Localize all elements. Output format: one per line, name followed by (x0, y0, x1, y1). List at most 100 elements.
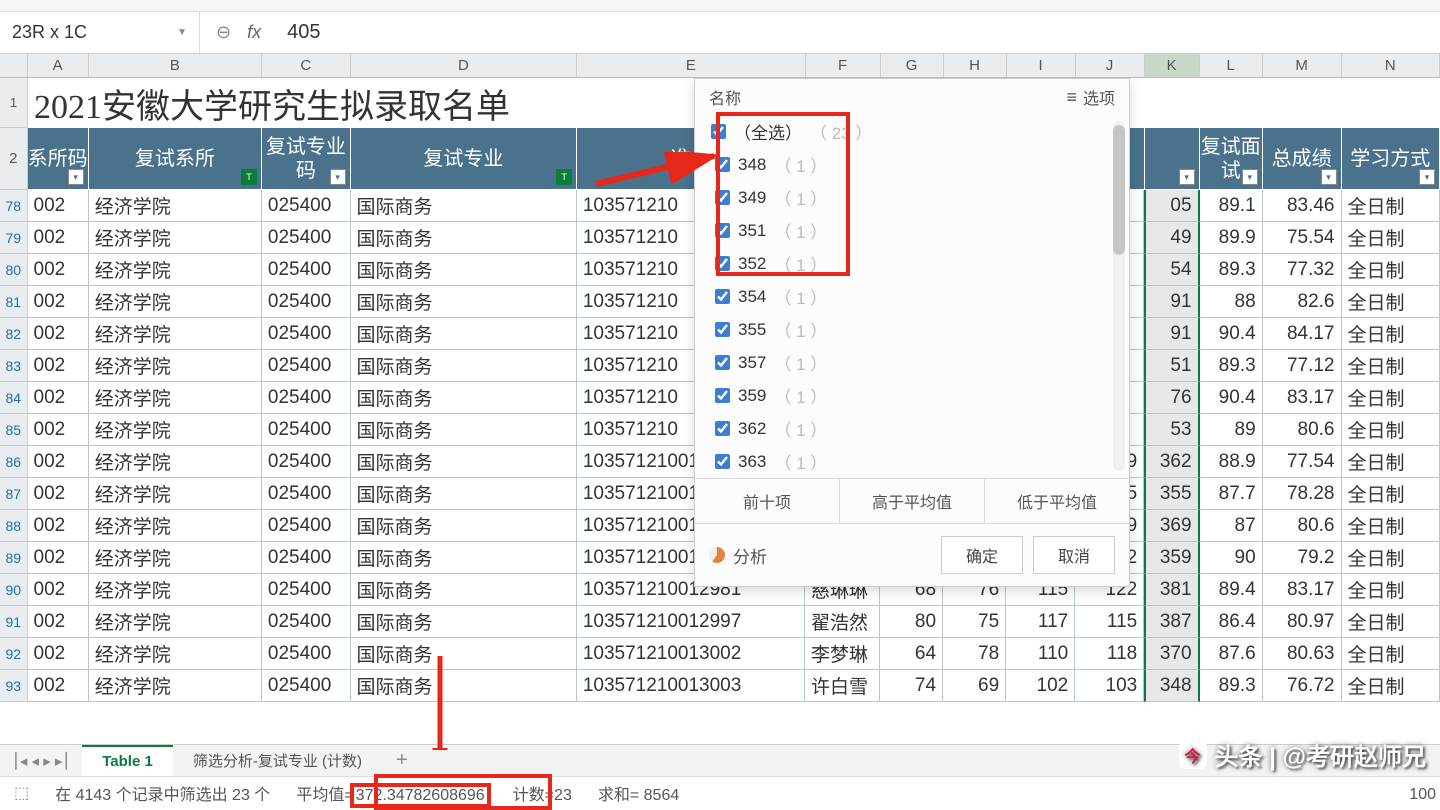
cell[interactable]: 83.17 (1263, 574, 1342, 606)
row-header[interactable]: 83 (0, 350, 28, 382)
tab-nav[interactable]: ⎮◂ ◂ ▸ ▸⎮ (0, 752, 82, 770)
row-header[interactable]: 87 (0, 478, 28, 510)
cell[interactable]: 80.6 (1263, 510, 1342, 542)
tab-filter-analysis[interactable]: 筛选分析-复试专业 (计数) (173, 744, 382, 777)
row-header[interactable]: 90 (0, 574, 28, 606)
cell[interactable]: 全日制 (1342, 606, 1440, 638)
filter-checkbox[interactable] (715, 322, 730, 337)
cancel-button[interactable]: 取消 (1033, 536, 1115, 574)
cell[interactable]: 国际商务 (351, 574, 577, 606)
cell[interactable]: 103571210012997 (577, 606, 805, 638)
cell[interactable]: 经济学院 (89, 318, 262, 350)
cell[interactable]: 88.9 (1200, 446, 1263, 478)
cell[interactable]: 78.28 (1263, 478, 1342, 510)
filter-icon[interactable]: ▾ (330, 169, 346, 185)
row-header[interactable]: 80 (0, 254, 28, 286)
cell[interactable]: 88 (1200, 286, 1263, 318)
row-header[interactable]: 78 (0, 190, 28, 222)
col-header[interactable]: D (351, 54, 578, 77)
cell[interactable]: 002 (28, 638, 89, 670)
filter-icon[interactable]: T (556, 169, 572, 185)
filter-icon[interactable]: ▾ (1419, 169, 1435, 185)
cell-selected[interactable]: 369 (1144, 510, 1199, 542)
cell[interactable]: 80.6 (1263, 414, 1342, 446)
formula-value[interactable]: 405 (277, 21, 320, 44)
cell[interactable]: 87.7 (1200, 478, 1263, 510)
cell[interactable]: 国际商务 (351, 478, 577, 510)
filter-item[interactable]: 355（ 1 ） (707, 313, 1117, 346)
cell[interactable]: 经济学院 (89, 382, 262, 414)
row-header[interactable]: 84 (0, 382, 28, 414)
cell[interactable]: 102 (1006, 670, 1075, 702)
cell[interactable]: 许白雪 (805, 670, 880, 702)
cell[interactable]: 经济学院 (89, 254, 262, 286)
cell[interactable]: 经济学院 (89, 414, 262, 446)
cell[interactable]: 002 (28, 190, 89, 222)
cell[interactable]: 经济学院 (89, 638, 262, 670)
cell[interactable]: 103571210013003 (577, 670, 805, 702)
cell[interactable]: 全日制 (1342, 574, 1440, 606)
cell[interactable]: 002 (28, 574, 89, 606)
col-header[interactable]: H (944, 54, 1007, 77)
cell[interactable]: 75.54 (1263, 222, 1342, 254)
cell[interactable]: 115 (1075, 606, 1144, 638)
cell-selected[interactable]: 362 (1144, 446, 1199, 478)
cell[interactable]: 经济学院 (89, 190, 262, 222)
cell[interactable]: 82.6 (1263, 286, 1342, 318)
filter-icon[interactable]: ▾ (68, 169, 84, 185)
cell[interactable]: 84.17 (1263, 318, 1342, 350)
zoom-out-icon[interactable]: ⊖ (216, 22, 231, 43)
cell[interactable]: 国际商务 (351, 222, 577, 254)
filter-item[interactable]: 352（ 1 ） (707, 247, 1117, 280)
filter-options[interactable]: ≡选项 (1066, 85, 1115, 109)
cell[interactable]: 90.4 (1200, 382, 1263, 414)
filter-icon[interactable]: ▾ (1321, 169, 1337, 185)
cell-selected[interactable]: 91 (1144, 318, 1199, 350)
row-header[interactable]: 2 (0, 128, 28, 190)
col-header[interactable]: J (1076, 54, 1145, 77)
cell[interactable]: 002 (28, 286, 89, 318)
cell-selected[interactable]: 76 (1144, 382, 1199, 414)
scrollbar[interactable] (1113, 121, 1125, 471)
cell-selected[interactable]: 359 (1144, 542, 1199, 574)
cell[interactable]: 经济学院 (89, 574, 262, 606)
cell[interactable]: 90.4 (1200, 318, 1263, 350)
cell[interactable]: 002 (28, 222, 89, 254)
row-header[interactable]: 82 (0, 318, 28, 350)
name-box[interactable]: 23R x 1C ▼ (0, 12, 200, 53)
cell[interactable]: 89.3 (1200, 254, 1263, 286)
cell[interactable]: 80.63 (1263, 638, 1342, 670)
cell[interactable]: 117 (1006, 606, 1075, 638)
ok-button[interactable]: 确定 (941, 536, 1023, 574)
filter-checkbox[interactable] (715, 388, 730, 403)
row-header[interactable]: 86 (0, 446, 28, 478)
cell[interactable]: 025400 (262, 510, 351, 542)
cell[interactable]: 翟浩然 (805, 606, 880, 638)
col-header[interactable]: C (262, 54, 351, 77)
cell[interactable]: 经济学院 (89, 350, 262, 382)
filter-checkbox[interactable] (715, 223, 730, 238)
cell[interactable]: 025400 (262, 606, 351, 638)
cell[interactable]: 002 (28, 446, 89, 478)
cell[interactable]: 全日制 (1342, 190, 1440, 222)
cell[interactable]: 002 (28, 382, 89, 414)
cell-selected[interactable]: 54 (1144, 254, 1199, 286)
below-avg-button[interactable]: 低于平均值 (985, 479, 1129, 523)
filter-item[interactable]: 363（ 1 ） (707, 445, 1117, 478)
cell[interactable]: 国际商务 (351, 350, 577, 382)
cell[interactable]: 全日制 (1342, 478, 1440, 510)
cell[interactable]: 002 (28, 318, 89, 350)
cell[interactable]: 103 (1075, 670, 1144, 702)
analyze-button[interactable]: 分析 (709, 543, 767, 568)
row-header[interactable]: 1 (0, 78, 28, 128)
cell[interactable]: 83.17 (1263, 382, 1342, 414)
cell[interactable]: 全日制 (1342, 350, 1440, 382)
row-header[interactable]: 89 (0, 542, 28, 574)
cell[interactable]: 025400 (262, 446, 351, 478)
above-avg-button[interactable]: 高于平均值 (840, 479, 985, 523)
cell[interactable]: 80.97 (1263, 606, 1342, 638)
filter-checkbox[interactable] (715, 454, 730, 469)
cell[interactable]: 李梦琳 (805, 638, 880, 670)
cell[interactable]: 025400 (262, 638, 351, 670)
cell[interactable]: 全日制 (1342, 670, 1440, 702)
